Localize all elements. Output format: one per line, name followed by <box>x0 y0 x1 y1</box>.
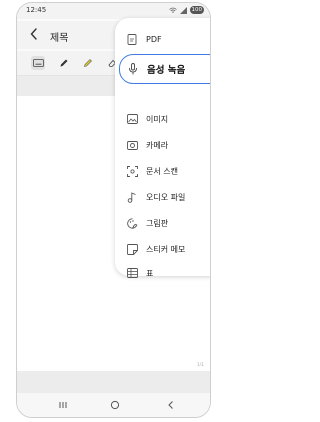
menu-item-label: 스티커 메모 <box>146 244 186 254</box>
menu-item-label: 문서 스캔 <box>146 166 178 176</box>
document-scan-icon <box>125 164 139 178</box>
wifi-icon <box>168 7 177 13</box>
recent-apps-icon <box>59 402 67 408</box>
battery-icon: 100 <box>189 6 204 14</box>
audio-file-icon <box>125 190 139 204</box>
status-icons: 100 <box>168 6 204 14</box>
back-nav-icon <box>168 401 173 409</box>
attach-menu: PDF 음성 녹음 이미지 카메라 문서 스캔 오디오 파일 그림판 스티커 메… <box>115 18 210 278</box>
pen-button[interactable] <box>57 56 71 70</box>
menu-item-sticky-note[interactable]: 스티커 메모 <box>115 236 210 262</box>
sticky-note-icon <box>125 242 139 256</box>
home-icon <box>110 400 120 410</box>
microphone-icon <box>126 62 140 76</box>
chevron-left-icon <box>30 28 37 40</box>
signal-icon <box>179 6 187 14</box>
menu-item-table[interactable]: 표 <box>115 260 210 286</box>
menu-item-label: 표 <box>146 268 154 278</box>
phone-frame: 12:45 100 제목 1/1 PDF 음성 녹음 이미지 카메라 문서 스캔… <box>16 2 211 418</box>
pdf-icon <box>125 32 139 46</box>
keyboard-mode-button[interactable] <box>31 56 45 70</box>
menu-item-label: 그림판 <box>146 218 169 228</box>
keyboard-icon <box>32 59 44 67</box>
status-time: 12:45 <box>26 6 47 14</box>
navigation-bar <box>17 393 210 417</box>
page-indicator: 1/1 <box>196 363 204 368</box>
menu-item-label: 오디오 파일 <box>146 192 186 202</box>
menu-item-label: PDF <box>146 34 162 44</box>
status-bar: 12:45 100 <box>17 3 210 19</box>
recent-apps-button[interactable] <box>58 400 68 410</box>
menu-item-label: 이미지 <box>146 114 169 124</box>
highlighter-icon <box>84 59 92 67</box>
pen-icon <box>60 59 68 67</box>
menu-item-drawing-pad[interactable]: 그림판 <box>115 210 210 236</box>
menu-item-image[interactable]: 이미지 <box>115 106 210 132</box>
menu-item-pdf[interactable]: PDF <box>115 26 210 52</box>
menu-item-camera[interactable]: 카메라 <box>115 132 210 158</box>
menu-item-label: 카메라 <box>146 140 169 150</box>
image-icon <box>125 112 139 126</box>
menu-item-document-scan[interactable]: 문서 스캔 <box>115 158 210 184</box>
bottom-bar <box>17 371 210 393</box>
camera-icon <box>125 138 139 152</box>
back-nav-button[interactable] <box>166 400 176 410</box>
home-button[interactable] <box>110 400 120 410</box>
back-button[interactable] <box>29 27 39 41</box>
menu-item-voice-recording[interactable]: 음성 녹음 <box>119 54 210 84</box>
highlighter-button[interactable] <box>81 56 95 70</box>
table-icon <box>125 266 139 280</box>
menu-item-label: 음성 녹음 <box>147 65 186 76</box>
note-title[interactable]: 제목 <box>50 29 68 44</box>
menu-item-audio-file[interactable]: 오디오 파일 <box>115 184 210 210</box>
drawing-pad-icon <box>125 216 139 230</box>
